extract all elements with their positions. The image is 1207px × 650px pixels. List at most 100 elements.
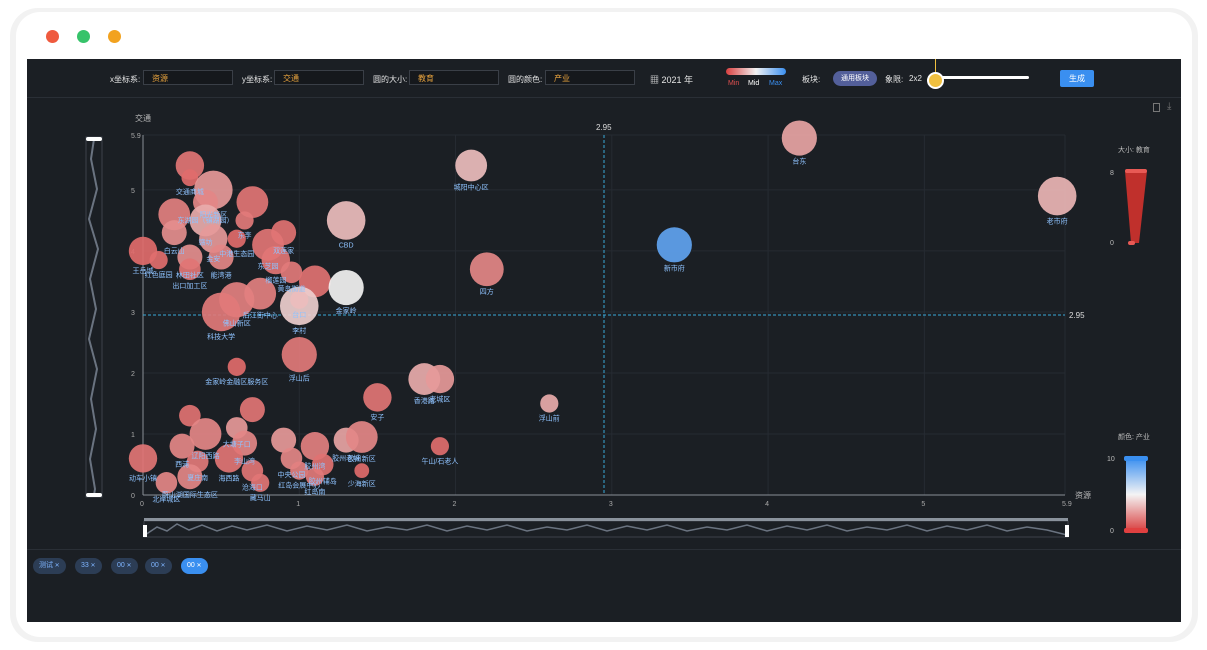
bubble-label: 北岸城区 (152, 496, 180, 504)
bubble-label: 台东 (792, 157, 806, 166)
color-map-handle-top[interactable] (1124, 456, 1148, 461)
bubble-label: 赣坊 (199, 237, 213, 246)
minimize-dot[interactable] (108, 30, 121, 43)
tag-bar: 测试 ✕ 33 ✕ 00 ✕ 00 ✕ 00 ✕ (27, 549, 1181, 622)
close-dot[interactable] (46, 30, 59, 43)
horizontal-zoom-bar[interactable] (144, 518, 1068, 521)
bubble-label: 金家岭金融区服务区 (205, 377, 268, 386)
bubble-label: 西浦 (175, 460, 189, 469)
horizontal-zoom-handle-left[interactable] (143, 525, 147, 537)
bubble[interactable] (281, 337, 317, 373)
bubble[interactable] (430, 437, 450, 456)
bubble[interactable] (540, 394, 559, 413)
bubble-label: 浮山后 (289, 373, 310, 382)
horizontal-zoom-slider[interactable] (143, 518, 1069, 538)
size-map-max: 8 (1110, 170, 1114, 177)
tag-2[interactable]: 00 ✕ (111, 558, 138, 574)
bubble[interactable] (328, 269, 364, 306)
bubble-label: 四方 (480, 287, 494, 296)
x-tick-label: 3 (609, 501, 613, 508)
vertical-zoom-handle-top[interactable] (86, 137, 102, 141)
bubble[interactable] (469, 252, 504, 287)
x-tick-label: 5.9 (1062, 501, 1072, 508)
bubble[interactable] (290, 290, 309, 309)
bubble[interactable] (128, 444, 158, 473)
bubble[interactable] (239, 397, 265, 423)
horizontal-zoom-handle-right[interactable] (1065, 525, 1069, 537)
bubble-label: 佛山新区 (223, 318, 251, 327)
quadrant-y-label: 2.95 (1069, 311, 1085, 320)
bubble-label: 台口 (292, 310, 306, 319)
close-icon[interactable]: ✕ (125, 563, 131, 569)
bubble-label: 老市府 (1047, 216, 1068, 225)
bubble-analysis-app: x坐标系: 资源 y坐标系: 交通 圆的大小: 教育 圆的颜色: 产业 ▦ 20… (27, 59, 1181, 622)
y-tick-label: 5.9 (131, 133, 141, 140)
bubble-label: 中港生态园 (219, 249, 254, 258)
bubble[interactable] (425, 364, 455, 394)
quadrant-x-label: 2.95 (596, 123, 612, 132)
tag-label: 00 (117, 562, 125, 569)
color-map-handle-bottom[interactable] (1124, 528, 1148, 533)
bubble-label: 榴莲园 (265, 275, 286, 284)
bubble-label: 沧海口 (242, 482, 263, 491)
bubble-label: 藏马山 (250, 493, 271, 502)
y-tick-label: 3 (131, 310, 135, 317)
bubble-label: 城阳中心区 (454, 182, 489, 191)
tag-3[interactable]: 00 ✕ (145, 558, 172, 574)
bubble-label: 夏庄南 (187, 473, 208, 482)
vertical-zoom-slider[interactable] (85, 136, 103, 498)
bubble-label: 李村 (292, 326, 306, 335)
bubble-label: 老城区 (429, 394, 450, 403)
y-tick-label: 5 (131, 188, 135, 195)
bubble[interactable] (235, 211, 254, 230)
x-tick-label: 0 (140, 501, 144, 508)
close-icon[interactable]: ✕ (159, 563, 165, 569)
tag-0[interactable]: 测试 ✕ (33, 558, 66, 574)
close-icon[interactable]: ✕ (89, 563, 95, 569)
bubble-label: 安子 (370, 413, 384, 422)
tag-1[interactable]: 33 ✕ (75, 558, 102, 574)
bubble-label: 中央公园 (277, 470, 305, 479)
bubble[interactable] (1037, 176, 1077, 216)
bubble-label: 新市府 (664, 263, 685, 272)
bubble-label: 出口加工区 (172, 281, 207, 290)
bubble-label: 林田社区 (176, 271, 204, 280)
bubble-label: 东芝园 (258, 262, 279, 271)
close-icon[interactable]: ✕ (53, 563, 60, 569)
size-map-handle-top[interactable] (1125, 169, 1147, 173)
bubble-label: 胶州湾 (304, 461, 325, 470)
y-tick-label: 0 (131, 493, 135, 500)
vertical-zoom-handle-bottom[interactable] (86, 493, 102, 497)
tag-label: 33 (81, 562, 89, 569)
bubble[interactable] (345, 421, 378, 453)
tag-label: 00 (187, 562, 195, 569)
bubble[interactable] (455, 149, 488, 182)
bubble-label: 午山/石老人 (421, 456, 458, 465)
bubble[interactable] (155, 471, 178, 494)
bubble-label: 浮山前 (539, 414, 560, 423)
bubble[interactable] (326, 201, 366, 240)
tag-label: 测试 (39, 562, 53, 569)
bubble-chart: 0123455.90123455.9 交通 资源 2.95 2.95 交通商城阳… (85, 113, 1150, 538)
size-map-handle-bottom[interactable] (1128, 241, 1135, 245)
close-icon[interactable]: ✕ (195, 563, 201, 569)
bubble[interactable] (656, 227, 692, 263)
bubble[interactable] (781, 120, 817, 156)
color-map-title: 颜色: 产业 (1118, 432, 1150, 441)
label-layer: 交通商城阳光新区东湖园（镇湖园）赣坊东李白云山金安中港生态园 双莲家东芝园王岳城红… (129, 157, 1068, 504)
tag-4[interactable]: 00 ✕ (181, 558, 208, 574)
x-tick-label: 5 (921, 501, 925, 508)
size-map-min: 0 (1110, 240, 1114, 247)
bubble-label: 李山湾 (234, 457, 255, 466)
bubble-label: 黄岛街道 (277, 284, 305, 293)
bubble[interactable] (354, 463, 370, 478)
bubble-label: 动车小镇 (129, 474, 157, 483)
bubble-label: 双莲家 (273, 246, 294, 255)
bubble-label: 白云山 (164, 246, 185, 255)
maximize-dot[interactable] (77, 30, 90, 43)
bubble-label: 金家岭 (336, 306, 357, 315)
bubble-label: 东湖园（镇湖园） (178, 216, 234, 225)
tag-label: 00 (151, 562, 159, 569)
bubble[interactable] (227, 357, 246, 376)
bubble[interactable] (363, 383, 392, 412)
